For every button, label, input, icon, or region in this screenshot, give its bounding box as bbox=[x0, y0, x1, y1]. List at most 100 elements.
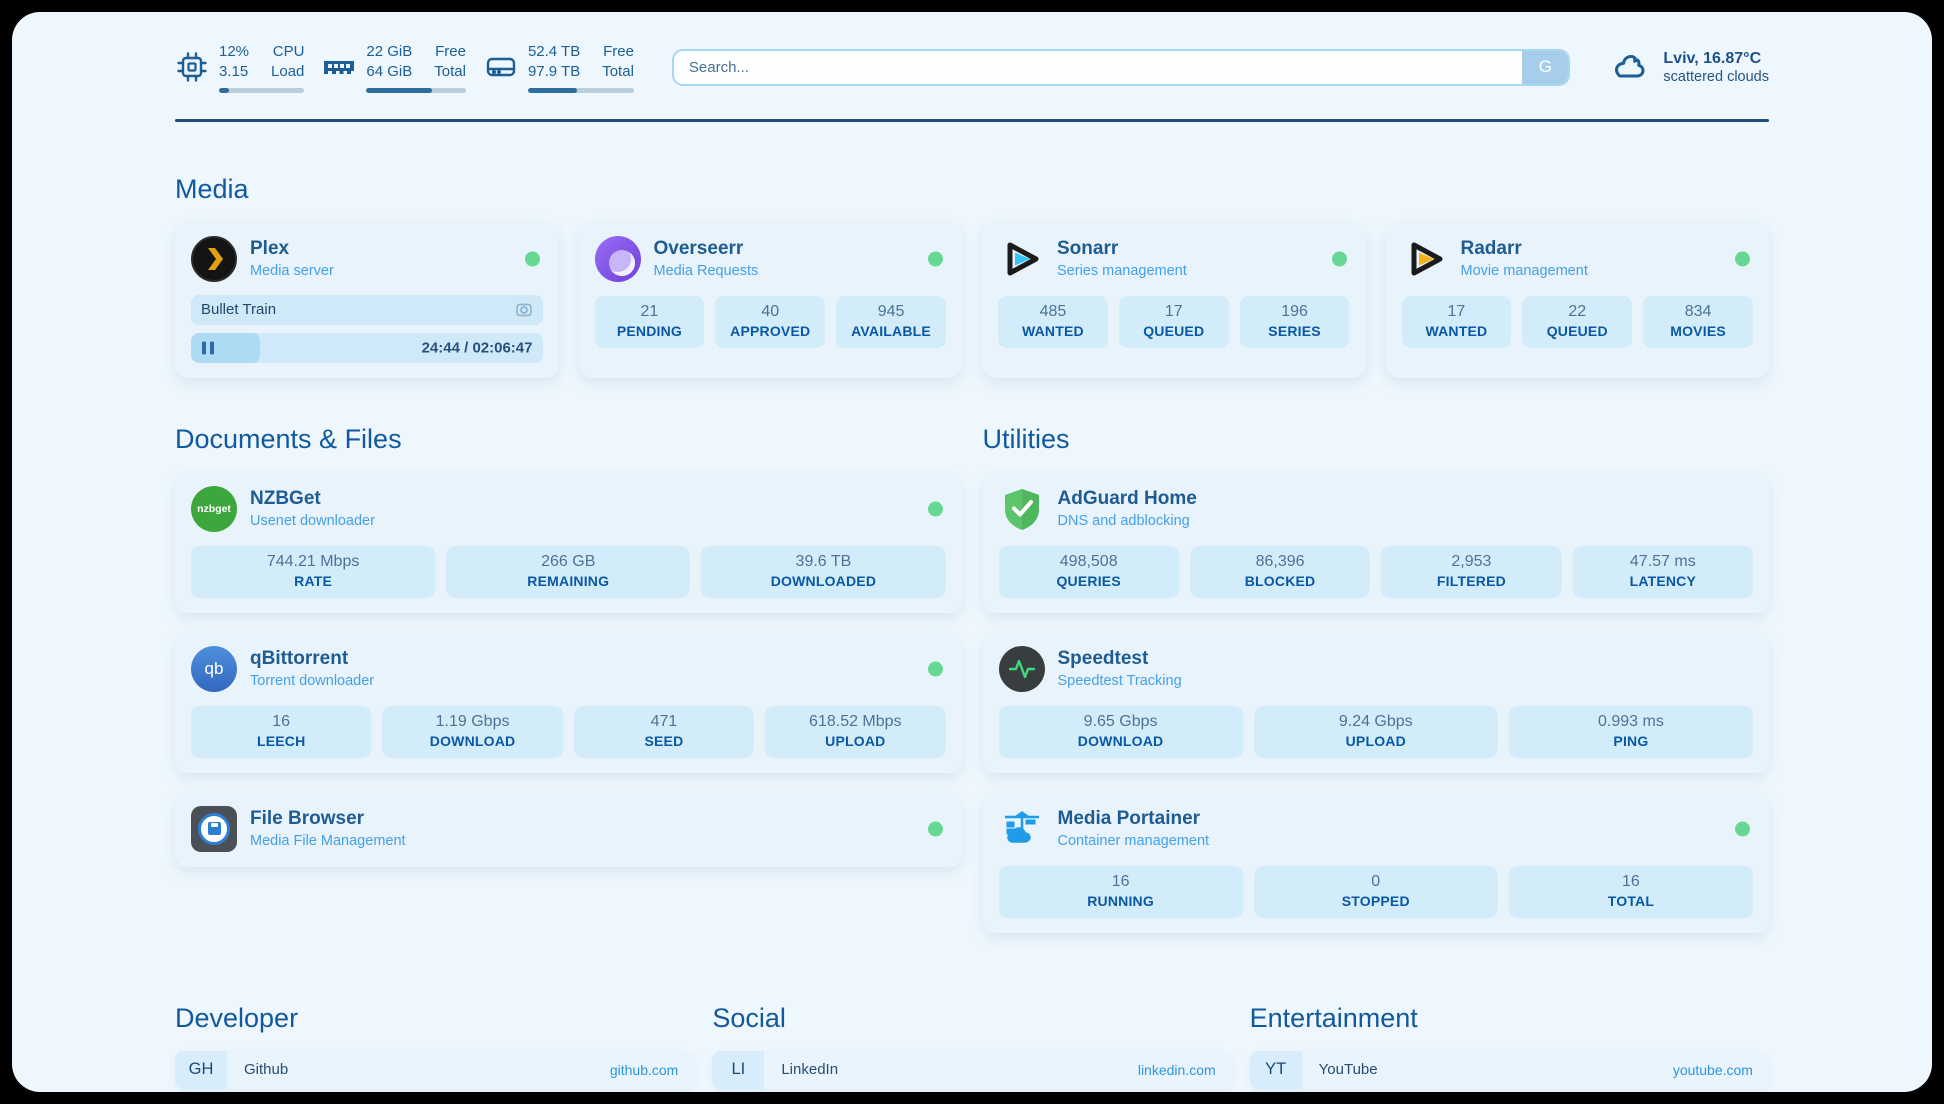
disk-free-label: Free bbox=[602, 42, 634, 62]
status-online-dot bbox=[928, 251, 943, 266]
bookmark-group-social: Social LI LinkedIn linkedin.com TW Twitt… bbox=[712, 1003, 1231, 1093]
speedtest-icon bbox=[999, 646, 1045, 692]
stat-available: 945 AVAILABLE bbox=[836, 296, 946, 348]
app-subtitle: DNS and adblocking bbox=[1058, 513, 1197, 529]
app-subtitle: Media Requests bbox=[654, 263, 759, 279]
bookmark-name: LinkedIn bbox=[764, 1061, 838, 1078]
header: 12% 3.15 CPU Load bbox=[175, 42, 1769, 93]
app-subtitle: Speedtest Tracking bbox=[1058, 673, 1182, 689]
bookmark-linkedin[interactable]: LI LinkedIn linkedin.com bbox=[712, 1051, 1231, 1089]
search-input[interactable] bbox=[672, 49, 1571, 86]
bookmark-url: github.com bbox=[610, 1062, 694, 1078]
stat-blocked: 86,396 BLOCKED bbox=[1190, 546, 1370, 598]
app-subtitle: Usenet downloader bbox=[250, 513, 375, 529]
stat-running: 16 RUNNING bbox=[999, 866, 1243, 918]
stat-remaining: 266 GB REMAINING bbox=[446, 546, 690, 598]
stat-queries: 498,508 QUERIES bbox=[999, 546, 1179, 598]
bookmark-url: linkedin.com bbox=[1138, 1062, 1232, 1078]
load-label: Load bbox=[271, 62, 304, 82]
bookmark-abbr: YT bbox=[1250, 1051, 1302, 1089]
stat-download: 9.65 Gbps DOWNLOAD bbox=[999, 706, 1243, 758]
app-card-filebrowser[interactable]: File Browser Media File Management bbox=[175, 793, 962, 867]
stat-queued: 22 QUEUED bbox=[1522, 296, 1632, 348]
app-card-nzbget[interactable]: nzbget NZBGet Usenet downloader 744.21 M… bbox=[175, 473, 962, 613]
search-provider-button[interactable]: G bbox=[1522, 51, 1568, 84]
app-card-plex[interactable]: Plex Media server Bullet Train bbox=[175, 223, 559, 378]
stat-rate: 744.21 Mbps RATE bbox=[191, 546, 435, 598]
adguard-icon bbox=[999, 486, 1045, 532]
stat-stopped: 0 STOPPED bbox=[1254, 866, 1498, 918]
ram-icon bbox=[322, 50, 356, 84]
qbittorrent-icon: qb bbox=[191, 646, 237, 692]
bookmark-name: YouTube bbox=[1302, 1061, 1378, 1078]
disk-total-value: 97.9 TB bbox=[528, 62, 580, 82]
status-online-dot bbox=[928, 821, 943, 836]
app-card-portainer[interactable]: Media Portainer Container management 16 … bbox=[983, 793, 1770, 933]
weather-widget: Lviv, 16.87°C scattered clouds bbox=[1608, 46, 1769, 88]
status-online-dot bbox=[1735, 821, 1750, 836]
cpu-stat: 12% 3.15 CPU Load bbox=[175, 42, 304, 93]
plex-now-playing-widget: Bullet Train 24:44 / 02:06:4 bbox=[191, 295, 543, 363]
app-name: qBittorrent bbox=[250, 648, 374, 671]
bookmark-youtube[interactable]: YT YouTube youtube.com bbox=[1250, 1051, 1769, 1089]
stat-latency: 47.57 ms LATENCY bbox=[1573, 546, 1753, 598]
app-subtitle: Series management bbox=[1057, 263, 1187, 279]
ram-progress-bar bbox=[366, 88, 466, 93]
bookmark-group-entertainment: Entertainment YT YouTube youtube.com NF … bbox=[1250, 1003, 1769, 1093]
stat-total: 16 TOTAL bbox=[1509, 866, 1753, 918]
bookmark-abbr: GH bbox=[175, 1051, 227, 1089]
app-name: File Browser bbox=[250, 808, 406, 831]
app-name: Sonarr bbox=[1057, 238, 1187, 261]
ram-total-label: Total bbox=[434, 62, 466, 82]
app-card-speedtest[interactable]: Speedtest Speedtest Tracking 9.65 Gbps D… bbox=[983, 633, 1770, 773]
memory-stat: 22 GiB 64 GiB Free Total bbox=[322, 42, 466, 93]
session-camera-icon[interactable] bbox=[515, 301, 533, 319]
app-name: Media Portainer bbox=[1058, 808, 1210, 831]
cpu-icon bbox=[175, 50, 209, 84]
section-title-developer: Developer bbox=[175, 1003, 694, 1034]
system-stats: 12% 3.15 CPU Load bbox=[175, 42, 634, 93]
stat-movies: 834 MOVIES bbox=[1643, 296, 1753, 348]
ram-free-label: Free bbox=[434, 42, 466, 62]
nzbget-icon: nzbget bbox=[191, 486, 237, 532]
stat-pending: 21 PENDING bbox=[595, 296, 705, 348]
stat-queued: 17 QUEUED bbox=[1119, 296, 1229, 348]
search-bar: G bbox=[672, 49, 1571, 86]
stat-download: 1.19 Gbps DOWNLOAD bbox=[382, 706, 562, 758]
bookmark-github[interactable]: GH Github github.com bbox=[175, 1051, 694, 1089]
plex-icon bbox=[191, 236, 237, 282]
stat-approved: 40 APPROVED bbox=[715, 296, 825, 348]
playback-progress-bar: 24:44 / 02:06:47 bbox=[191, 333, 543, 363]
pause-icon[interactable] bbox=[202, 341, 214, 354]
radarr-icon bbox=[1402, 236, 1448, 282]
sonarr-icon bbox=[998, 236, 1044, 282]
cpu-label: CPU bbox=[271, 42, 304, 62]
stat-wanted: 485 WANTED bbox=[998, 296, 1108, 348]
stat-seed: 471 SEED bbox=[574, 706, 754, 758]
disk-total-label: Total bbox=[602, 62, 634, 82]
app-card-adguard[interactable]: AdGuard Home DNS and adblocking 498,508 … bbox=[983, 473, 1770, 613]
stat-filtered: 2,953 FILTERED bbox=[1381, 546, 1561, 598]
app-card-radarr[interactable]: Radarr Movie management 17 WANTED 22 QUE… bbox=[1386, 223, 1770, 378]
app-name: Speedtest bbox=[1058, 648, 1182, 671]
now-playing-title: Bullet Train bbox=[201, 301, 276, 318]
status-online-dot bbox=[928, 661, 943, 676]
app-subtitle: Media server bbox=[250, 263, 334, 279]
app-card-overseerr[interactable]: Overseerr Media Requests 21 PENDING 40 A… bbox=[579, 223, 963, 378]
app-card-qbittorrent[interactable]: qb qBittorrent Torrent downloader 16 LEE… bbox=[175, 633, 962, 773]
disk-icon bbox=[484, 50, 518, 84]
stat-upload: 9.24 Gbps UPLOAD bbox=[1254, 706, 1498, 758]
status-online-dot bbox=[525, 251, 540, 266]
weather-location-temp: Lviv, 16.87°C bbox=[1663, 50, 1769, 68]
cpu-load-value: 3.15 bbox=[219, 62, 249, 82]
section-title-media: Media bbox=[175, 174, 1769, 205]
ram-free-value: 22 GiB bbox=[366, 42, 412, 62]
app-card-sonarr[interactable]: Sonarr Series management 485 WANTED 17 Q… bbox=[982, 223, 1366, 378]
app-name: Overseerr bbox=[654, 238, 759, 261]
section-title-utilities: Utilities bbox=[983, 424, 1770, 455]
section-title-documents: Documents & Files bbox=[175, 424, 962, 455]
cpu-progress-bar bbox=[219, 88, 304, 93]
app-subtitle: Media File Management bbox=[250, 833, 406, 849]
app-name: Radarr bbox=[1461, 238, 1588, 261]
playback-time: 24:44 / 02:06:47 bbox=[422, 339, 533, 356]
